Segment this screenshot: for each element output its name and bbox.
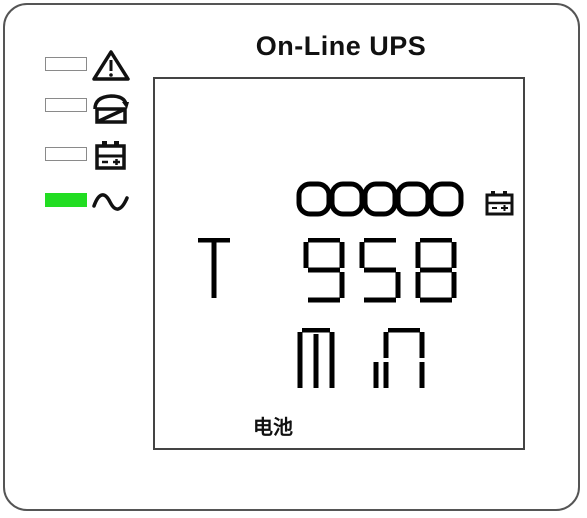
battery-level-segments: [296, 181, 464, 217]
lcd-caption: 电池: [253, 415, 293, 439]
level-cell: [428, 181, 464, 217]
bypass-icon: [93, 94, 129, 124]
level-cell: [395, 181, 431, 217]
ac-sine-wave-icon: [92, 193, 129, 211]
level-cell: [329, 181, 365, 217]
device-title: On-Line UPS: [255, 31, 427, 61]
battery-led: [45, 147, 87, 161]
mode-letter-display: [198, 238, 230, 298]
warning-triangle-icon: [92, 50, 130, 81]
fault-led: [45, 57, 87, 71]
lcd-battery-icon: [485, 191, 514, 216]
level-cell: [296, 181, 332, 217]
unit-display: [297, 328, 425, 388]
battery-icon: [95, 141, 126, 170]
level-cell: [362, 181, 398, 217]
bypass-led: [45, 98, 87, 112]
ac-line-led: [45, 193, 87, 207]
value-display: [303, 238, 457, 303]
